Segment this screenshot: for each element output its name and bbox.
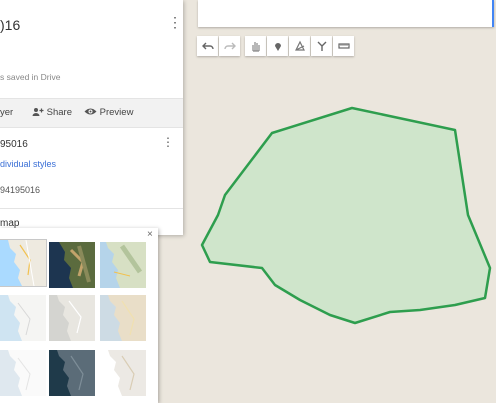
marker-icon [274,43,281,51]
individual-styles-link[interactable]: dividual styles [0,159,56,169]
layer-title[interactable]: 95016 [0,139,28,150]
basemap-thumb-mono-city[interactable] [49,295,95,341]
basemap-light-landmass-image [0,350,46,396]
layers-panel: )16 ⋮ s saved in Drive yer Share Preview… [0,0,183,235]
basemap-thumb-whitewater[interactable] [100,350,146,396]
eye-icon [84,108,97,115]
basemap-thumb-satellite[interactable] [49,242,95,288]
undo-button[interactable] [197,36,218,56]
drawn-polygon[interactable] [200,106,492,325]
redo-icon [223,42,236,50]
measure-button[interactable] [333,36,354,56]
panel-divider [0,208,183,209]
ruler-icon [337,43,350,49]
basemap-thumb-terrain[interactable] [100,242,146,288]
map-title[interactable]: )16 [0,17,20,33]
basemap-simple-atlas-image [100,295,146,341]
add-layer-button[interactable]: yer [0,107,13,118]
undo-icon [201,42,214,50]
search-box[interactable] [198,0,494,27]
basemap-thumb-simple-atlas[interactable] [100,295,146,341]
polygon-icon [294,40,305,51]
add-marker-button[interactable] [267,36,288,56]
basemap-thumb-dark-landmass[interactable] [49,350,95,396]
drawing-toolbar [197,36,355,58]
basemap-map-image [0,240,46,286]
basemap-thumb-map[interactable] [0,240,46,286]
layer-options-menu-icon[interactable]: ⋮ [162,135,174,149]
preview-label: Preview [99,107,134,118]
save-status: s saved in Drive [0,72,61,82]
add-directions-button[interactable] [311,36,332,56]
basemap-thumb-light-landmass[interactable] [0,350,46,396]
preview-button[interactable]: Preview [84,107,133,118]
share-label: Share [46,107,72,118]
basemap-picker: × [0,228,158,403]
hand-icon [251,42,260,52]
close-icon[interactable]: × [147,229,153,240]
basemap-thumb-light-political[interactable] [0,295,46,341]
layer-item[interactable]: 94195016 [0,185,40,195]
basemap-dark-landmass-image [49,350,95,396]
map-options-menu-icon[interactable]: ⋮ [168,13,182,31]
redo-button[interactable] [219,36,240,56]
panel-actions-bar: yer Share Preview [0,98,183,128]
basemap-mono-city-image [49,295,95,341]
basemap-whitewater-image [100,350,146,396]
basemap-satellite-image [49,242,95,288]
add-person-icon [32,108,44,116]
select-items-button[interactable] [245,36,266,56]
basemap-terrain-image [100,242,146,288]
basemap-light-political-image [0,295,46,341]
route-icon [317,41,326,51]
share-button[interactable]: Share [32,107,72,118]
draw-line-button[interactable] [289,36,310,56]
